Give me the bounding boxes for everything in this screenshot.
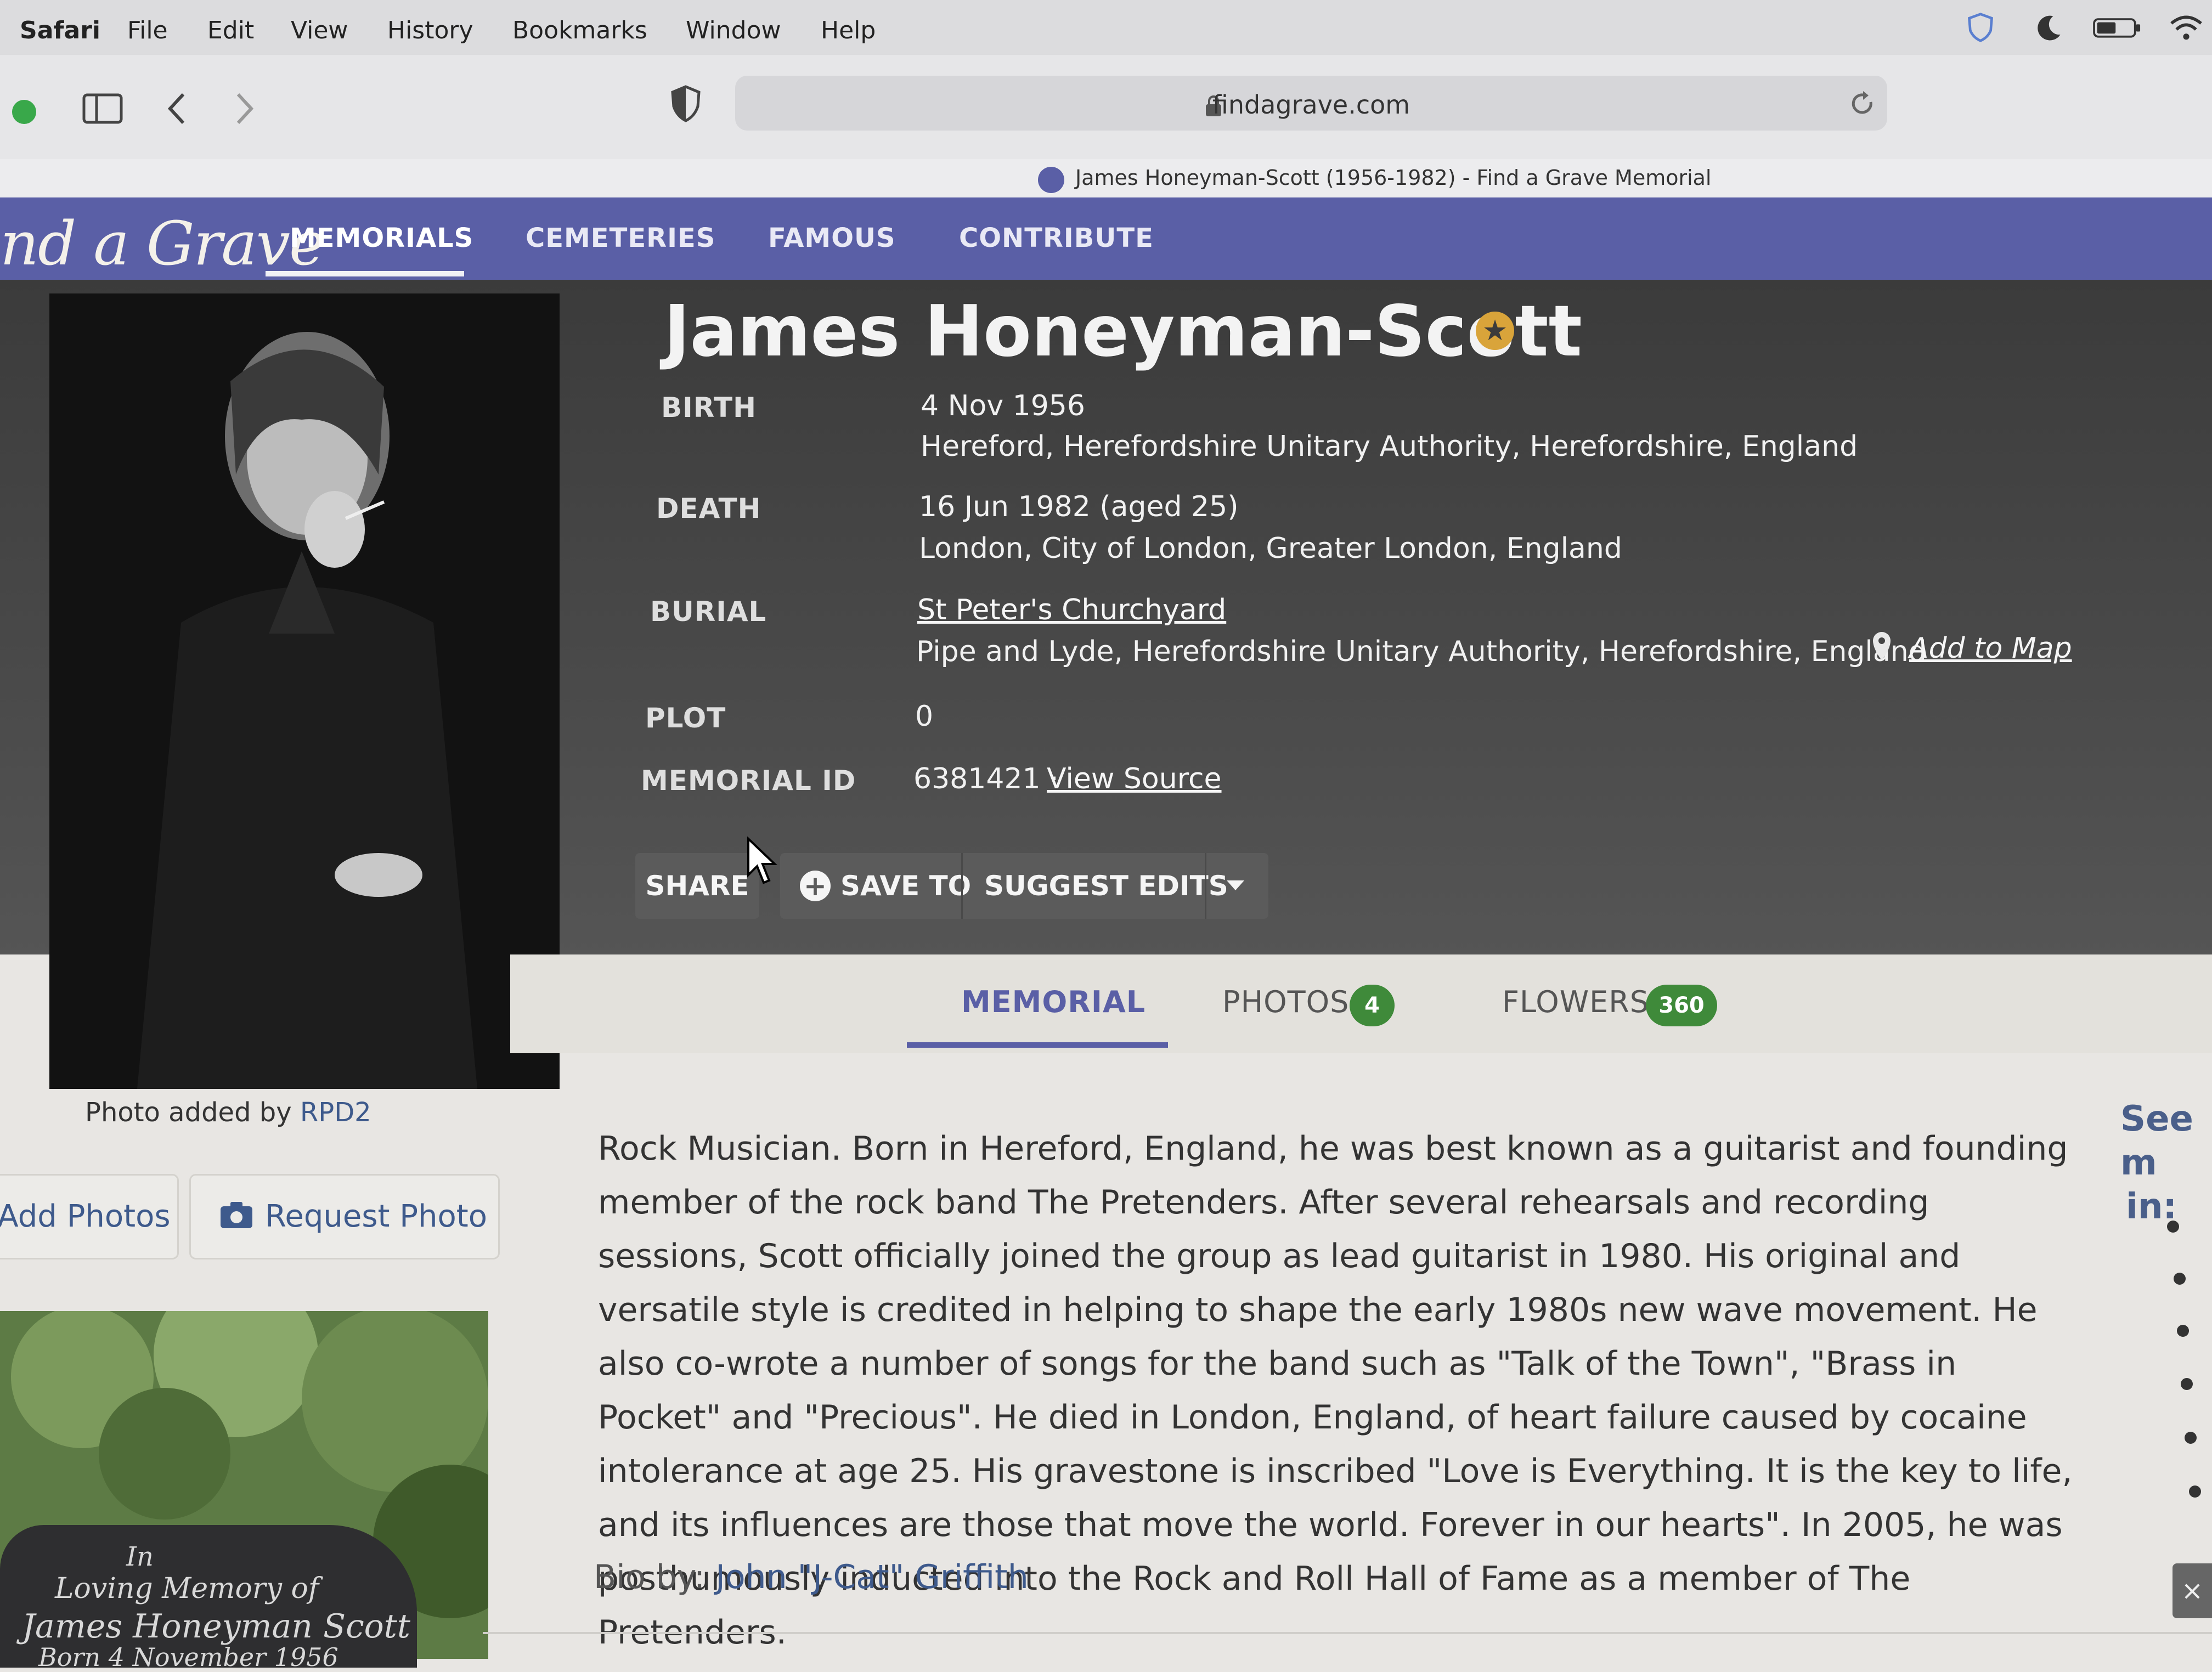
bio-credit-prefix: Bio by: <box>594 1558 716 1596</box>
menu-edit[interactable]: Edit <box>207 16 254 44</box>
plot-label: PLOT <box>645 702 726 734</box>
browser-toolbar: findagrave.com <box>0 55 2212 160</box>
list-bullet <box>2185 1432 2197 1444</box>
request-photo-button[interactable]: Request Photo <box>189 1174 500 1259</box>
divider <box>1205 853 1206 919</box>
close-icon[interactable]: × <box>2172 1563 2212 1618</box>
menu-bookmarks[interactable]: Bookmarks <box>512 16 647 44</box>
list-bullet <box>2167 1221 2179 1233</box>
plus-circle-icon[interactable]: + <box>800 871 831 901</box>
find-a-grave-logo[interactable]: nd a Grave <box>0 208 325 279</box>
bio-author-link[interactable]: John "J-Cat" Griffith <box>715 1558 1029 1596</box>
shield-g-icon[interactable] <box>1964 12 1997 43</box>
headstone: In Loving Memory of James Honeyman Scott… <box>0 1525 417 1672</box>
menu-view[interactable]: View <box>291 16 348 44</box>
see-more-in-label: in: <box>2126 1187 2177 1227</box>
menu-file[interactable]: File <box>127 16 168 44</box>
divider <box>961 853 963 919</box>
mouse-cursor-icon <box>747 837 777 884</box>
menu-help[interactable]: Help <box>821 16 876 44</box>
memorial-id-label: MEMORIAL ID <box>641 765 856 797</box>
add-photos-label: Add Photos <box>0 1199 171 1234</box>
birth-label: BIRTH <box>661 392 757 423</box>
birth-date: 4 Nov 1956 <box>921 389 1085 422</box>
tab-active-indicator <box>907 1042 1168 1048</box>
battery-icon[interactable] <box>2090 12 2145 43</box>
suggest-edits-button[interactable]: SUGGEST EDITS <box>984 853 1228 919</box>
add-to-map-link[interactable]: Add to Map <box>1909 632 2072 665</box>
menu-history[interactable]: History <box>387 16 473 44</box>
burial-cemetery-link[interactable]: St Peter's Churchyard <box>917 594 1226 626</box>
bio-credit: Bio by: John "J-Cat" Griffith <box>594 1558 1029 1596</box>
list-bullet <box>2181 1378 2193 1390</box>
request-photo-label: Request Photo <box>265 1199 488 1234</box>
memorial-name: James Honeyman-Scott <box>664 291 1582 372</box>
url-text: findagrave.com <box>1212 90 1410 120</box>
list-bullet <box>2177 1325 2189 1337</box>
add-photos-button[interactable]: Add Photos <box>0 1174 179 1259</box>
tab-title[interactable]: James Honeyman-Scott (1956-1982) - Find … <box>1075 166 1711 190</box>
view-source-link[interactable]: View Source <box>1047 762 1222 795</box>
privacy-shield-icon[interactable] <box>669 84 702 123</box>
nav-famous[interactable]: FAMOUS <box>768 223 896 253</box>
address-bar[interactable]: findagrave.com <box>735 76 1887 131</box>
nav-cemeteries[interactable]: CEMETERIES <box>526 223 715 253</box>
tab-photos[interactable]: PHOTOS <box>1222 985 1349 1019</box>
reload-icon[interactable] <box>1849 90 1876 117</box>
tab-bar[interactable]: James Honeyman-Scott (1956-1982) - Find … <box>0 159 2212 199</box>
burial-label: BURIAL <box>650 596 767 628</box>
action-button-group: + SAVE TO SUGGEST EDITS <box>780 853 1268 919</box>
burial-place: Pipe and Lyde, Herefordshire Unitary Aut… <box>916 635 1927 668</box>
photo-credit-user-link[interactable]: RPD2 <box>300 1097 371 1128</box>
photo-credit: Photo added by RPD2 <box>85 1097 371 1128</box>
headstone-line-2: Loving Memory of <box>55 1572 319 1605</box>
wifi-icon[interactable] <box>2167 12 2205 43</box>
macos-menu-bar: Safari File Edit View History Bookmarks … <box>0 0 2212 56</box>
nav-active-indicator <box>266 271 464 276</box>
menu-safari[interactable]: Safari <box>20 16 100 44</box>
list-bullet <box>2174 1273 2186 1285</box>
tab-memorial[interactable]: MEMORIAL <box>961 985 1146 1019</box>
camera-icon <box>221 1202 252 1228</box>
share-button[interactable]: SHARE <box>635 853 759 919</box>
memorial-portrait-photo[interactable] <box>49 293 560 1089</box>
birth-place: Hereford, Herefordshire Unitary Authorit… <box>921 430 1858 463</box>
headstone-line-4: Born 4 November 1956 <box>38 1642 338 1672</box>
divider <box>483 1632 2212 1634</box>
nav-contribute[interactable]: CONTRIBUTE <box>959 223 1154 253</box>
photo-credit-prefix: Photo added by <box>85 1097 300 1128</box>
sidebar-toggle-icon[interactable] <box>82 93 123 124</box>
see-more-label: See m <box>2120 1099 2193 1183</box>
save-to-button[interactable]: SAVE TO <box>840 853 971 919</box>
see-more-heading: See m in: <box>2120 1097 2212 1229</box>
site-favicon-icon <box>1038 167 1064 193</box>
tab-flowers[interactable]: FLOWERS <box>1502 985 1649 1019</box>
moon-icon[interactable] <box>2033 12 2066 43</box>
chevron-down-icon[interactable] <box>1226 879 1245 893</box>
plot-value: 0 <box>915 700 934 733</box>
window-zoom-button[interactable] <box>12 100 36 124</box>
headstone-line-1: In <box>126 1541 154 1572</box>
photos-count-badge: 4 <box>1350 985 1395 1026</box>
death-label: DEATH <box>656 493 761 524</box>
death-date: 16 Jun 1982 (aged 25) <box>919 490 1239 523</box>
menu-window[interactable]: Window <box>686 16 781 44</box>
flowers-count-badge: 360 <box>1646 985 1717 1026</box>
famous-star-icon[interactable]: ★ <box>1476 312 1514 350</box>
share-label: SHARE <box>645 870 749 902</box>
death-place: London, City of London, Greater London, … <box>919 532 1622 565</box>
memorial-id-value: 6381421 · <box>913 762 1059 795</box>
back-arrow-icon[interactable] <box>165 91 189 126</box>
nav-memorials[interactable]: MEMORIALS <box>290 223 473 253</box>
site-nav: nd a Grave MEMORIALS CEMETERIES FAMOUS C… <box>0 197 2212 280</box>
list-bullet <box>2189 1485 2201 1498</box>
forward-arrow-icon[interactable] <box>233 91 257 126</box>
map-pin-icon[interactable] <box>1871 631 1893 662</box>
headstone-line-3: James Honeyman Scott <box>22 1607 411 1646</box>
